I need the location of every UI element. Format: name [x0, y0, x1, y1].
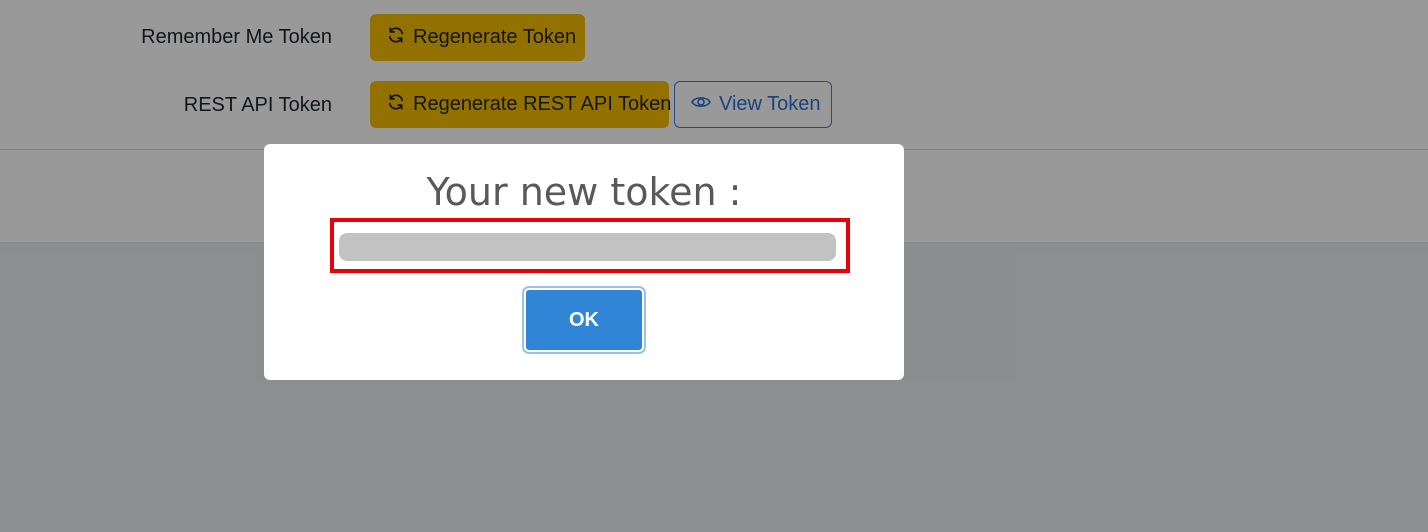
- token-field[interactable]: [339, 233, 836, 261]
- ok-button[interactable]: OK: [524, 288, 644, 352]
- dialog-title: Your new token :: [426, 170, 742, 214]
- new-token-dialog: Your new token : OK: [264, 144, 904, 380]
